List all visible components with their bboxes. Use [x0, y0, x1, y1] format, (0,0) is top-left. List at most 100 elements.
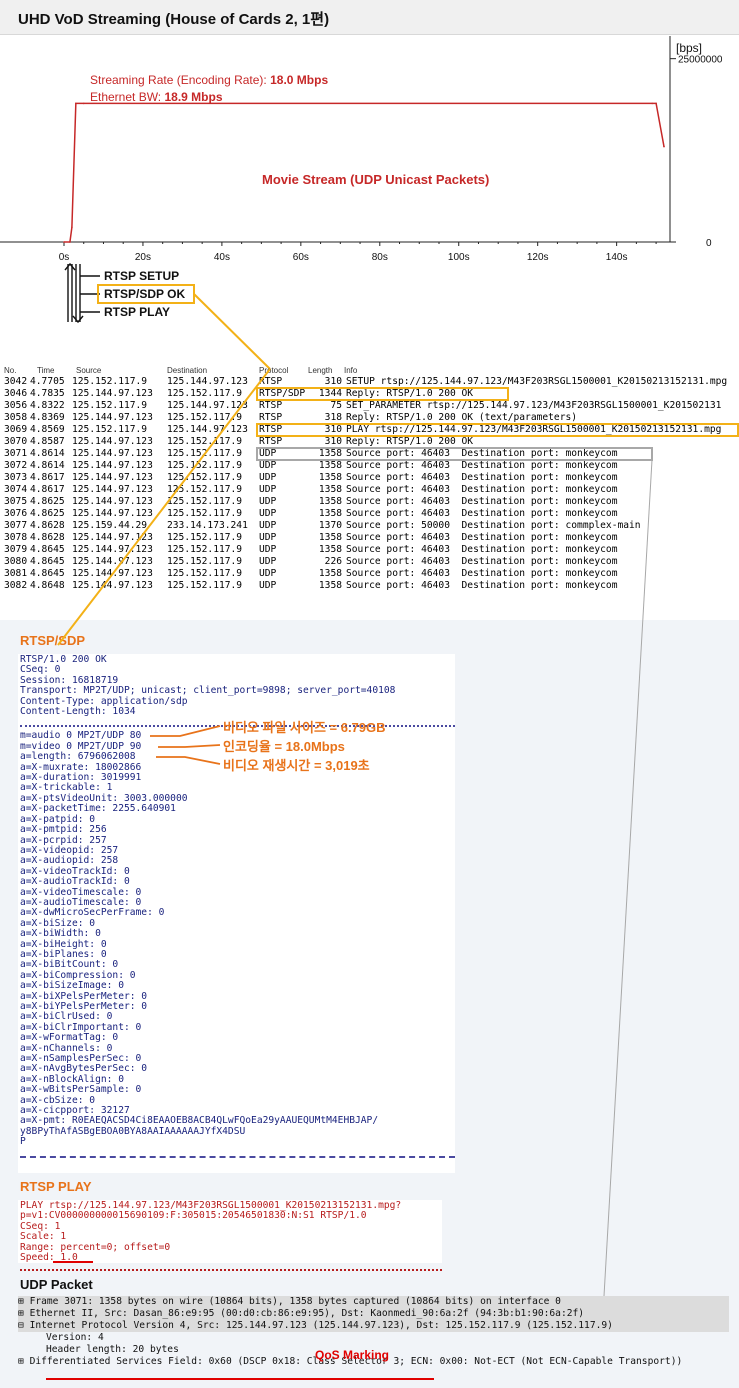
packet-time: 4.8645 — [30, 556, 65, 567]
packet-src: 125.144.97.123 — [72, 412, 153, 423]
col-length[interactable]: Length — [308, 366, 332, 375]
packet-info: Source port: 46403 Destination port: mon… — [346, 460, 618, 471]
packet-row[interactable]: 3072 4.8614 125.144.97.123 125.152.117.9 UDP… — [0, 460, 739, 472]
col-time[interactable]: Time — [37, 366, 54, 375]
packet-row[interactable]: 3078 4.8628 125.144.97.123 125.152.117.9 UDP… — [0, 532, 739, 544]
annotation-file-size: 비디오 파일 사이즈 = 6.79GB — [223, 720, 386, 735]
udp-tree-line[interactable]: ⊞ Ethernet II, Src: Dasan_86:e9:95 (00:d… — [18, 1308, 729, 1320]
packet-dst: 125.152.117.9 — [167, 472, 243, 483]
packet-row[interactable]: 3073 4.8617 125.144.97.123 125.152.117.9 UDP… — [0, 472, 739, 484]
packet-time: 4.8648 — [30, 580, 65, 591]
udp-tree-text: Ethernet II, Src: Dasan_86:e9:95 (00:d0:… — [29, 1308, 585, 1319]
col-destination[interactable]: Destination — [167, 366, 207, 375]
packet-src: 125.144.97.123 — [72, 484, 153, 495]
expand-icon[interactable]: ⊞ — [18, 1308, 30, 1319]
packet-len: 1358 — [318, 484, 342, 495]
packet-info: Source port: 50000 Destination port: com… — [346, 520, 641, 531]
packet-len: 75 — [330, 400, 342, 411]
packet-no: 3080 — [4, 556, 28, 567]
qos-label: QoS Marking — [315, 1348, 390, 1362]
packet-row[interactable]: 3076 4.8625 125.144.97.123 125.152.117.9 UDP… — [0, 508, 739, 520]
bandwidth-point — [82, 102, 85, 105]
y-tick-label: 0 — [706, 238, 712, 249]
rate-annotation: Streaming Rate (Encoding Rate): 18.0 Mbp… — [90, 73, 328, 87]
col-source[interactable]: Source — [76, 366, 101, 375]
packet-len: 226 — [324, 556, 342, 567]
udp-tree-text: Version: 4 — [46, 1332, 104, 1343]
packet-row[interactable]: 3080 4.8645 125.144.97.123 125.152.117.9 UDP… — [0, 556, 739, 568]
packet-dst: 125.152.117.9 — [167, 496, 243, 507]
chart-unit-label: [bps] — [676, 41, 702, 55]
expand-icon[interactable]: ⊞ — [18, 1356, 30, 1367]
rtsp-sdp-ok-label: RTSP/SDP OK — [104, 287, 186, 301]
packet-proto: UDP — [259, 580, 277, 591]
packet-time: 4.7835 — [30, 388, 65, 399]
bandwidth-point — [651, 102, 653, 105]
packet-proto: UDP — [259, 484, 277, 495]
packet-dst: 125.152.117.9 — [167, 436, 243, 447]
play-lines: PLAY rtsp://125.144.97.123/M43F203RSGL15… — [20, 1200, 442, 1263]
packet-no: 3071 — [4, 448, 28, 459]
bandwidth-point — [655, 102, 657, 105]
packet-no: 3046 — [4, 388, 28, 399]
expand-icon[interactable]: ⊞ — [18, 1296, 30, 1307]
packet-src: 125.144.97.123 — [72, 556, 153, 567]
udp-tree-line[interactable]: ⊟ Internet Protocol Version 4, Src: 125.… — [18, 1320, 729, 1332]
packet-row[interactable]: 3079 4.8645 125.144.97.123 125.152.117.9 UDP… — [0, 544, 739, 556]
code-line: P — [20, 1136, 26, 1148]
packet-row[interactable]: 3081 4.8645 125.144.97.123 125.152.117.9 UDP… — [0, 568, 739, 580]
packet-proto: UDP — [259, 460, 277, 471]
packet-len: 1358 — [318, 508, 342, 519]
packet-no: 3070 — [4, 436, 28, 447]
packet-info: Source port: 46403 Destination port: mon… — [346, 496, 618, 507]
packet-len: 1358 — [318, 460, 342, 471]
udp-tree-text: Frame 3071: 1358 bytes on wire (10864 bi… — [29, 1296, 561, 1307]
collapse-icon[interactable]: ⊟ — [18, 1320, 30, 1331]
packet-src: 125.159.44.29 — [72, 520, 148, 531]
packet-dst: 125.152.117.9 — [167, 556, 243, 567]
udp-tree-line[interactable]: ⊞ Frame 3071: 1358 bytes on wire (10864 … — [18, 1296, 729, 1308]
packet-row[interactable]: 3075 4.8625 125.144.97.123 125.152.117.9 UDP… — [0, 496, 739, 508]
code-line: a=X-biWidth: 0 — [20, 928, 101, 940]
packet-row[interactable]: 3074 4.8617 125.144.97.123 125.152.117.9 UDP… — [0, 484, 739, 496]
packet-src: 125.144.97.123 — [72, 568, 153, 579]
col-no[interactable]: No. — [4, 366, 16, 375]
packet-src: 125.144.97.123 — [72, 532, 153, 543]
title-bar: UHD VoD Streaming (House of Cards 2, 1편) — [0, 0, 739, 35]
udp-tree-line[interactable]: Version: 4 — [46, 1332, 729, 1344]
col-info[interactable]: Info — [344, 366, 357, 375]
packet-time: 4.8628 — [30, 532, 65, 543]
rtsp-play-label: RTSP PLAY — [104, 305, 171, 319]
packet-len: 1358 — [318, 568, 342, 579]
code-line: p=v1:CV000000000015690109:F:305015:20546… — [20, 1210, 367, 1222]
packet-rows: 3042 4.7705 125.152.117.9 125.144.97.123 RTS… — [0, 376, 739, 592]
packet-dst: 125.144.97.123 — [167, 400, 248, 411]
packet-time: 4.8645 — [30, 568, 65, 579]
packet-src: 125.144.97.123 — [72, 448, 153, 459]
packet-proto: UDP — [259, 472, 277, 483]
packet-dst: 233.14.173.241 — [167, 520, 248, 531]
packet-proto: UDP — [259, 532, 277, 543]
bandwidth-point — [663, 145, 665, 148]
packet-src: 125.152.117.9 — [72, 400, 148, 411]
packet-proto: UDP — [259, 568, 277, 579]
packet-time: 4.7705 — [30, 376, 65, 387]
packet-info: Source port: 46403 Destination port: mon… — [346, 544, 618, 555]
code-line: y8BPyThAfASBgEBOA0BYA8AAIAAAAAAJYfX4DSU — [20, 1125, 246, 1137]
packet-no: 3069 — [4, 424, 28, 435]
packet-list: No. Time Source Destination Protocol Len… — [0, 366, 739, 592]
packet-row[interactable]: 3077 4.8628 125.159.44.29 233.14.173.241 UDP… — [0, 520, 739, 532]
col-protocol[interactable]: Protocol — [259, 366, 288, 375]
packet-dst: 125.152.117.9 — [167, 532, 243, 543]
play-divider — [20, 1263, 442, 1272]
packet-no: 3072 — [4, 460, 28, 471]
packet-row[interactable]: 3082 4.8648 125.144.97.123 125.152.117.9 UDP… — [0, 580, 739, 592]
bandwidth-chart: [bps] Streaming Rate (Encoding Rate): 18… — [0, 36, 723, 263]
packet-len: 1358 — [318, 580, 342, 591]
rtsp-play-box: PLAY rtsp://125.144.97.123/M43F203RSGL15… — [18, 1200, 442, 1272]
packet-src: 125.144.97.123 — [72, 436, 153, 447]
sequence-arrows — [64, 262, 100, 324]
packet-row[interactable]: 3056 4.8322 125.152.117.9 125.144.97.123 RTS… — [0, 400, 739, 412]
packet-len: 1358 — [318, 544, 342, 555]
packet-time: 4.8369 — [30, 412, 65, 423]
